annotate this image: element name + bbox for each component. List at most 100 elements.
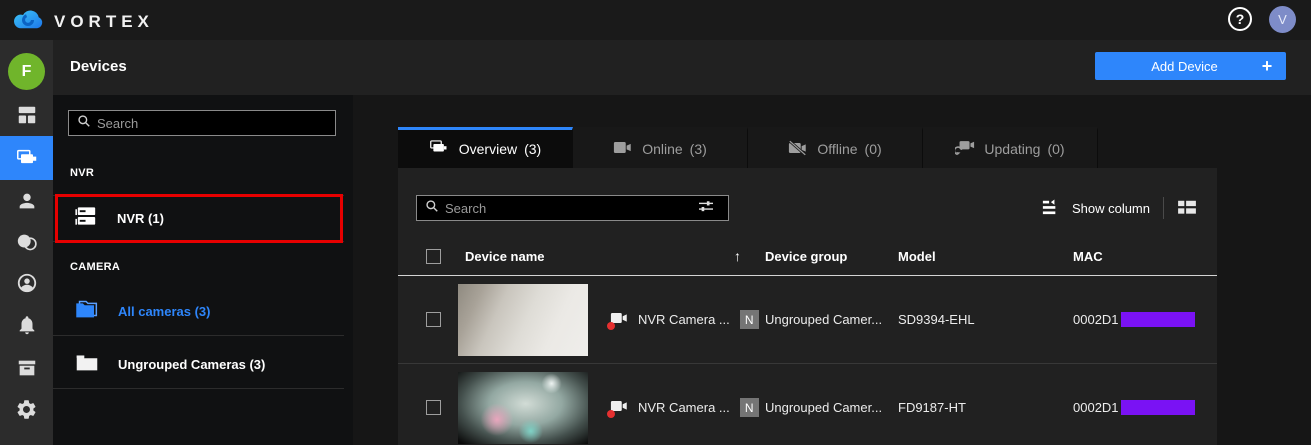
user-avatar[interactable]: V	[1269, 6, 1296, 33]
help-icon[interactable]: ?	[1228, 7, 1252, 31]
page-header: Devices Add Device +	[53, 40, 1311, 95]
table-tools: Show column	[1041, 195, 1197, 221]
header-model[interactable]: Model	[898, 249, 1073, 264]
column-label: Device name	[465, 248, 545, 264]
brand-name: VORTEX	[54, 11, 154, 31]
top-bar: VORTEX ? V	[0, 0, 1311, 40]
brand-logo: VORTEX	[12, 7, 154, 36]
tab-overview[interactable]: Overview (3)	[398, 127, 573, 168]
tree-item-ungrouped-cameras[interactable]: Ungrouped Cameras (3)	[53, 341, 344, 389]
row-checkbox[interactable]	[426, 312, 441, 327]
tree-item-nvr[interactable]: NVR (1)	[53, 195, 344, 242]
folder-cameras-icon	[73, 297, 101, 326]
tab-label: Online	[642, 141, 683, 157]
device-group: Ungrouped Camer...	[765, 400, 883, 415]
plus-icon: +	[1261, 55, 1273, 76]
org-avatar[interactable]: F	[8, 53, 45, 90]
notifications-icon	[16, 314, 38, 336]
tree-item-label: All cameras (3)	[118, 304, 211, 319]
sidebar-item-archive[interactable]	[0, 347, 53, 389]
camera-thumbnail[interactable]	[458, 283, 588, 356]
device-search[interactable]	[416, 195, 729, 221]
cloud-logo-icon	[12, 7, 45, 36]
tab-label: Updating	[984, 141, 1041, 157]
device-model: FD9187-HT	[898, 400, 966, 415]
tree-item-all-cameras[interactable]: All cameras (3)	[53, 288, 344, 336]
nvr-icon	[73, 204, 100, 233]
sidebar-item-account[interactable]	[0, 262, 53, 304]
sidebar-item-users[interactable]	[0, 180, 53, 222]
search-icon	[417, 199, 445, 218]
overview-icon	[429, 139, 450, 159]
sidebar-item-settings[interactable]	[0, 388, 53, 430]
tab-label: Offline	[817, 141, 858, 157]
add-device-button[interactable]: Add Device +	[1095, 52, 1286, 80]
tab-offline[interactable]: Offline (0)	[748, 127, 923, 168]
users-icon	[16, 190, 38, 212]
camera-section-label: CAMERA	[70, 261, 121, 273]
show-column-label[interactable]: Show column	[1072, 201, 1150, 216]
recording-dot	[607, 410, 615, 418]
mac-prefix: 0002D1	[1073, 400, 1119, 415]
nvr-section-label: NVR	[70, 167, 95, 179]
settings-icon	[15, 398, 38, 421]
tab-updating[interactable]: Updating (0)	[923, 127, 1098, 168]
header-device-group[interactable]: Device group	[765, 249, 898, 264]
add-device-label: Add Device	[1151, 58, 1218, 74]
tab-online[interactable]: Online (3)	[573, 127, 748, 168]
table-row[interactable]: NVR Camera ... N Ungrouped Camer... SD93…	[398, 276, 1217, 364]
header-device-name[interactable]: Device name ↑	[458, 248, 765, 264]
device-name-cell: NVR Camera ... N	[458, 371, 765, 444]
row-checkbox[interactable]	[426, 400, 441, 415]
tab-count: (0)	[864, 141, 882, 157]
device-mac: 0002D1	[1073, 400, 1217, 415]
device-group: Ungrouped Camer...	[765, 312, 883, 327]
header-checkbox-cell	[398, 248, 458, 264]
sidebar-item-roles[interactable]	[0, 221, 53, 263]
nav-rail: F	[0, 40, 53, 445]
select-all-checkbox[interactable]	[426, 248, 441, 264]
folder-icon	[73, 350, 101, 379]
offline-camera-icon	[788, 139, 808, 159]
camera-thumbnail[interactable]	[458, 371, 588, 444]
recording-camera-icon	[607, 311, 629, 330]
sort-ascending-icon[interactable]: ↑	[734, 248, 741, 264]
devices-icon	[15, 147, 39, 169]
show-column-icon[interactable]	[1041, 198, 1059, 218]
updating-camera-icon	[954, 139, 975, 159]
search-icon	[69, 114, 97, 133]
tab-count: (3)	[524, 141, 542, 157]
sidebar-item-dashboard[interactable]	[0, 94, 53, 136]
device-search-input[interactable]	[445, 200, 684, 216]
filter-icon[interactable]	[690, 199, 720, 218]
toolbar-divider	[1163, 197, 1164, 219]
dashboard-icon	[16, 104, 38, 126]
list-view-icon[interactable]	[1177, 199, 1197, 218]
recording-dot	[607, 322, 615, 330]
tree-item-label: Ungrouped Cameras (3)	[118, 357, 266, 372]
new-badge: N	[739, 310, 759, 329]
device-name[interactable]: NVR Camera ...	[638, 400, 730, 415]
device-name[interactable]: NVR Camera ...	[638, 312, 730, 327]
online-camera-icon	[613, 140, 633, 158]
mac-redaction-block	[1120, 400, 1195, 415]
table-row[interactable]: NVR Camera ... N Ungrouped Camer... FD91…	[398, 364, 1217, 445]
header-mac[interactable]: MAC	[1073, 249, 1217, 264]
device-tree-panel: NVR NVR (1) CAMERA All cameras (3)	[53, 95, 353, 445]
device-name-cell: NVR Camera ... N	[458, 283, 765, 356]
sidebar-item-notifications[interactable]	[0, 304, 53, 346]
recording-camera-icon	[607, 399, 629, 418]
mac-prefix: 0002D1	[1073, 312, 1119, 327]
account-icon	[16, 272, 38, 294]
device-model: SD9394-EHL	[898, 312, 975, 327]
row-checkbox-cell	[398, 400, 458, 415]
tree-search[interactable]	[68, 110, 336, 136]
device-mac: 0002D1	[1073, 312, 1217, 327]
page-title: Devices	[70, 58, 127, 75]
tab-count: (3)	[689, 141, 707, 157]
device-tabs: Overview (3) Online (3) Offline (0) Upda…	[398, 127, 1098, 168]
main-content: Overview (3) Online (3) Offline (0) Upda…	[353, 95, 1311, 445]
tree-search-input[interactable]	[97, 115, 335, 131]
new-badge: N	[739, 398, 759, 417]
sidebar-item-devices[interactable]	[0, 136, 53, 180]
